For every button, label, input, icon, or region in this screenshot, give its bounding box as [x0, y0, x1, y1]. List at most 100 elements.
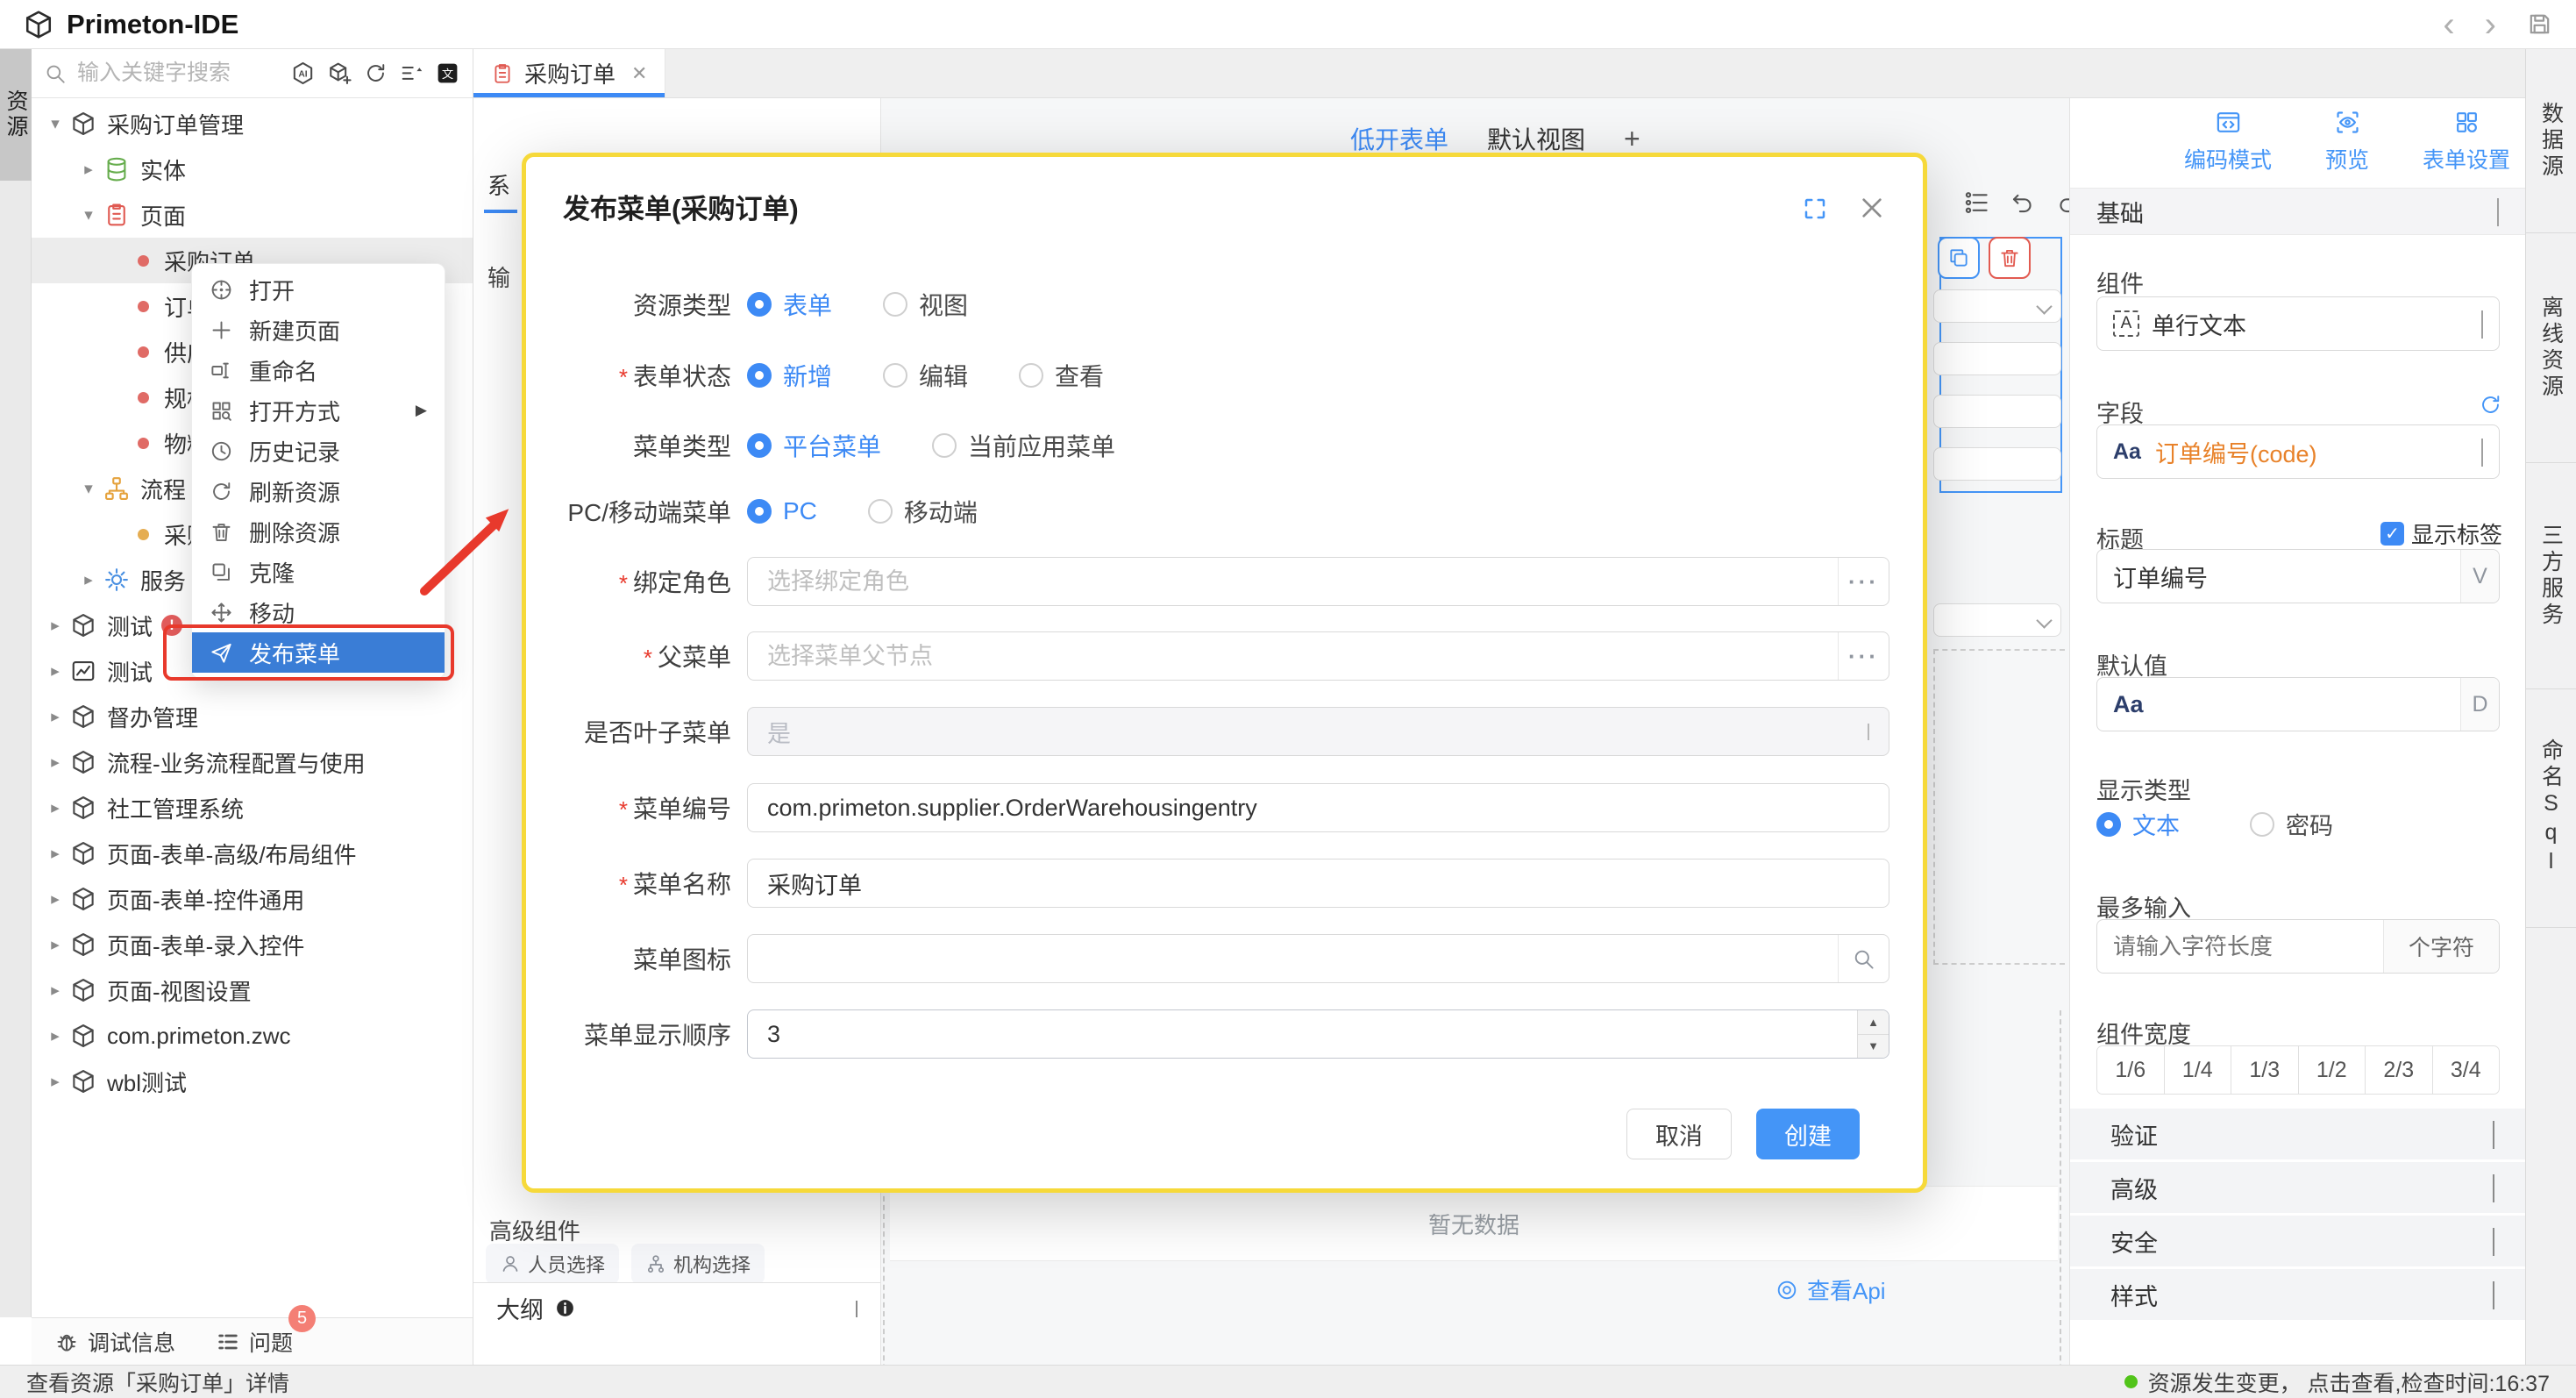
- tree-item[interactable]: ▸页面-视图设置: [32, 967, 473, 1013]
- width-option[interactable]: 2/3: [2366, 1046, 2433, 1094]
- cancel-button[interactable]: 取消: [1626, 1109, 1732, 1159]
- expander-icon[interactable]: ▾: [75, 479, 102, 499]
- expander-icon[interactable]: ▸: [42, 616, 68, 636]
- width-option[interactable]: 1/2: [2299, 1046, 2366, 1094]
- tree-item[interactable]: ▸页面-表单-高级/布局组件: [32, 831, 473, 876]
- tree-item[interactable]: ▸实体: [32, 146, 473, 192]
- code-mode-button[interactable]: 编码模式: [2176, 109, 2280, 175]
- accordion-style[interactable]: 样式: [2070, 1269, 2526, 1320]
- show-label-checkbox-row[interactable]: ✓ 显示标签: [2380, 517, 2502, 550]
- status-right-text[interactable]: 资源发生变更， 点击查看,检查时间:16:37: [2148, 1366, 2550, 1398]
- close-icon[interactable]: [1858, 194, 1886, 222]
- expander-icon[interactable]: ▸: [75, 570, 102, 590]
- fullscreen-icon[interactable]: [1802, 196, 1828, 222]
- expander-icon[interactable]: ▸: [42, 844, 68, 864]
- spinner-up-icon[interactable]: ▲: [1858, 1010, 1889, 1035]
- radio-edit[interactable]: 编辑: [883, 358, 968, 393]
- ai-icon[interactable]: [290, 61, 316, 86]
- expander-icon[interactable]: ▸: [42, 889, 68, 909]
- checkbox-checked-icon[interactable]: ✓: [2380, 522, 2404, 546]
- rail-tab-named-sql[interactable]: 命名Sql: [2526, 689, 2576, 928]
- menu-item-refresh-resource[interactable]: 刷新资源: [192, 471, 445, 511]
- menu-icon-input[interactable]: [748, 945, 1838, 973]
- section-header-basic[interactable]: 基础: [2070, 188, 2525, 235]
- accordion-security[interactable]: 安全: [2070, 1216, 2526, 1266]
- rail-tab-data-source[interactable]: 数据源: [2526, 49, 2576, 233]
- menu-item-delete-resource[interactable]: 删除资源: [192, 511, 445, 552]
- title-input[interactable]: 订单编号 V: [2096, 549, 2500, 603]
- radio-view[interactable]: 视图: [883, 287, 968, 322]
- width-option[interactable]: 1/6: [2097, 1046, 2165, 1094]
- tree-item[interactable]: ▾页面: [32, 192, 473, 238]
- rail-tab-resources[interactable]: 资源: [0, 49, 32, 181]
- parent-menu-input[interactable]: [748, 643, 1838, 670]
- width-option[interactable]: 3/4: [2433, 1046, 2500, 1094]
- menu-code-input[interactable]: [748, 795, 1889, 822]
- tree-item[interactable]: ▸页面-表单-控件通用: [32, 876, 473, 922]
- expander-icon[interactable]: ▸: [42, 1072, 68, 1092]
- spinner-down-icon[interactable]: ▼: [1858, 1035, 1889, 1059]
- width-option[interactable]: 1/4: [2165, 1046, 2232, 1094]
- save-icon[interactable]: [2526, 11, 2553, 38]
- tree-list-icon[interactable]: [1964, 189, 1990, 216]
- canvas-field-partial[interactable]: [1933, 447, 2061, 481]
- menu-item-new-page[interactable]: 新建页面: [192, 310, 445, 350]
- menu-item-history[interactable]: 历史记录: [192, 431, 445, 471]
- canvas-field-partial[interactable]: [1933, 289, 2061, 323]
- palette-item-org-select[interactable]: 机构选择: [631, 1244, 765, 1284]
- field-select[interactable]: Aa 订单编号(code): [2096, 424, 2500, 479]
- expander-icon[interactable]: ▾: [75, 205, 102, 225]
- tree-item[interactable]: ▾采购订单管理: [32, 101, 473, 146]
- radio-form[interactable]: 表单: [747, 287, 832, 322]
- canvas-field-partial[interactable]: [1933, 395, 2061, 428]
- debug-info-button[interactable]: 调试信息: [54, 1326, 175, 1358]
- radio-new[interactable]: 新增: [747, 358, 832, 393]
- tree-item[interactable]: ▸社工管理系统: [32, 785, 473, 831]
- ellipsis-button[interactable]: ···: [1838, 632, 1889, 680]
- menu-name-input[interactable]: [748, 870, 1889, 897]
- icon-search-button[interactable]: [1838, 935, 1889, 982]
- tab-low-code-form[interactable]: 低开表单: [1350, 121, 1448, 156]
- undo-icon[interactable]: [2010, 189, 2036, 216]
- radio-readonly[interactable]: 查看: [1019, 358, 1104, 393]
- expander-icon[interactable]: ▾: [42, 114, 68, 134]
- refresh-icon[interactable]: [364, 61, 388, 85]
- bind-role-input[interactable]: [748, 568, 1838, 596]
- rail-tab-offline-resources[interactable]: 离线资源: [2526, 233, 2576, 463]
- accordion-advanced[interactable]: 高级: [2070, 1162, 2526, 1213]
- close-tab-icon[interactable]: ✕: [631, 62, 647, 85]
- view-api-link[interactable]: 查看Api: [1775, 1273, 1886, 1306]
- width-option[interactable]: 1/3: [2231, 1046, 2299, 1094]
- number-spinner[interactable]: ▲▼: [1857, 1010, 1889, 1058]
- new-module-icon[interactable]: [327, 61, 352, 86]
- delete-component-button[interactable]: [1989, 237, 2031, 279]
- tree-item[interactable]: ▸页面-表单-录入控件: [32, 922, 473, 967]
- expander-icon[interactable]: ▸: [42, 935, 68, 955]
- expander-icon[interactable]: ▸: [42, 752, 68, 773]
- tree-item[interactable]: ▸流程-业务流程配置与使用: [32, 739, 473, 785]
- create-button[interactable]: 创建: [1756, 1109, 1860, 1159]
- menu-item-open-with[interactable]: 打开方式▶: [192, 390, 445, 431]
- palette-item-person-select[interactable]: 人员选择: [486, 1244, 619, 1284]
- radio-pc[interactable]: PC: [747, 497, 817, 525]
- sort-list-icon[interactable]: [399, 61, 423, 86]
- copy-component-button[interactable]: [1938, 237, 1980, 279]
- editor-tab-active[interactable]: 采购订单 ✕: [473, 49, 665, 97]
- dynamic-addon[interactable]: D: [2460, 678, 2499, 731]
- max-length-input[interactable]: [2097, 933, 2383, 960]
- add-view-icon[interactable]: +: [1624, 123, 1640, 155]
- problems-button[interactable]: 问题 5: [216, 1326, 293, 1358]
- radio-current-app-menu[interactable]: 当前应用菜单: [932, 428, 1115, 463]
- expander-icon[interactable]: ▸: [42, 1026, 68, 1046]
- search-input[interactable]: [75, 60, 281, 87]
- menu-item-clone[interactable]: 克隆: [192, 552, 445, 592]
- accordion-validation[interactable]: 验证: [2070, 1109, 2526, 1159]
- radio-option-password[interactable]: 密码: [2250, 807, 2333, 841]
- palette-tab[interactable]: 系: [487, 168, 510, 201]
- canvas-field-partial[interactable]: [1933, 342, 2061, 375]
- outline-bar[interactable]: 大纲: [473, 1282, 880, 1333]
- menu-order-input[interactable]: [748, 1021, 1857, 1048]
- expander-icon[interactable]: ▸: [75, 160, 102, 180]
- radio-option-text[interactable]: 文本: [2096, 807, 2180, 841]
- component-select[interactable]: A 单行文本: [2096, 296, 2500, 351]
